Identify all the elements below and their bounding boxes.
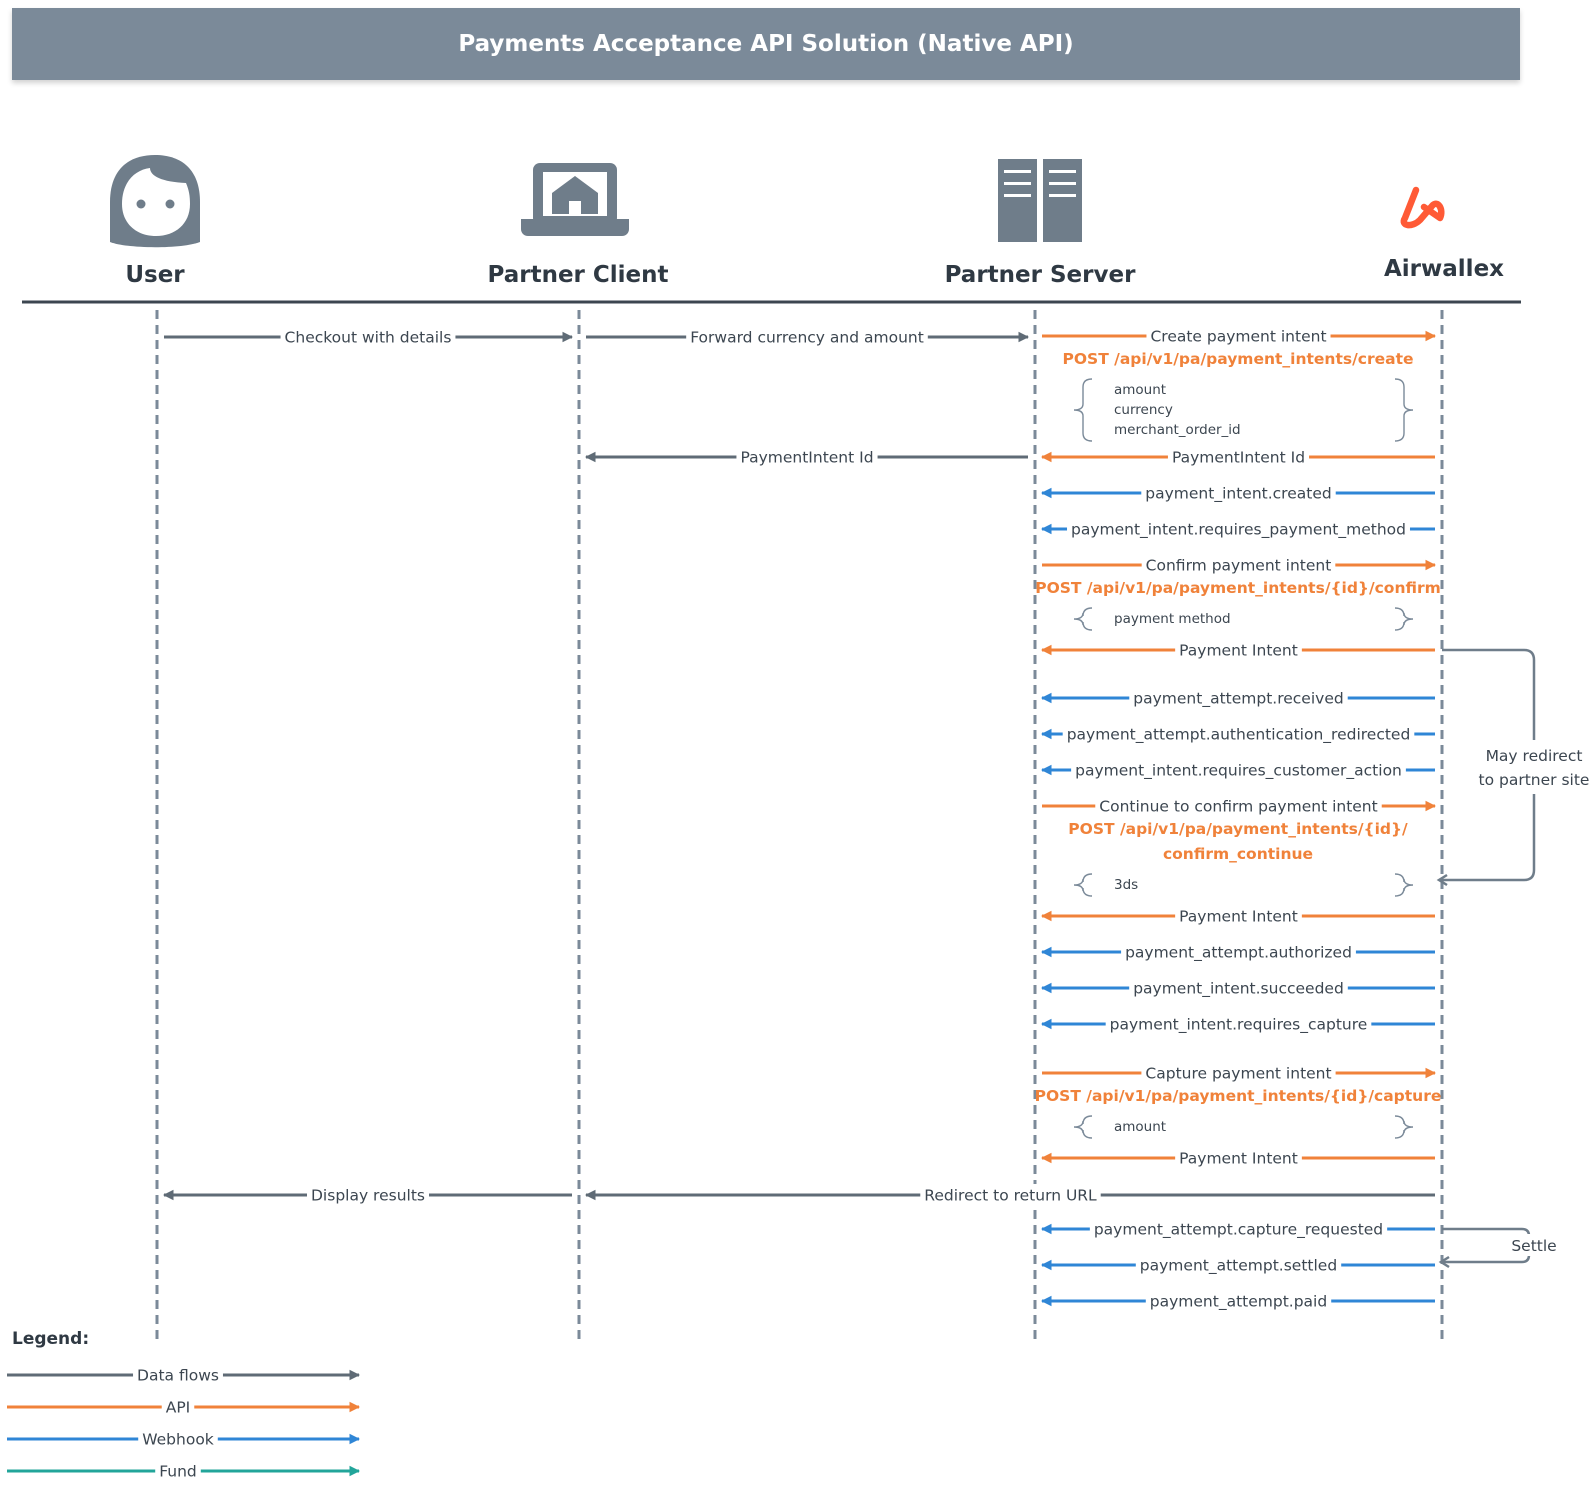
laptop-home-icon [521,163,629,236]
endpoint-3-line1: POST /api/v1/pa/payment_intents/create [1063,350,1414,368]
message-6-webhook: payment_intent.created [1040,482,1435,504]
legend-item-fund-label: Fund [159,1463,197,1481]
legend-item-api: API [7,1396,361,1418]
message-4-api-label: PaymentIntent Id [1172,449,1305,467]
message-20-data: Redirect to return URL [584,1184,1435,1206]
legend-item-webhook-label: Webhook [142,1431,214,1449]
sequence-diagram: User Partner Client Partner Server Airwa… [7,155,1596,1482]
message-7-webhook: payment_intent.requires_payment_method [1040,518,1435,540]
message-24-webhook: payment_attempt.paid [1040,1290,1435,1312]
message-18-api: Capture payment intent [1042,1062,1437,1084]
message-19-api-label: Payment Intent [1179,1150,1298,1168]
legend-item-data: Data flows [7,1364,361,1386]
message-4-api: PaymentIntent Id [1040,446,1435,468]
message-22-webhook-label: payment_attempt.capture_requested [1094,1221,1383,1240]
message-1-data-label: Checkout with details [285,329,452,347]
message-9-api: Payment Intent [1040,639,1435,661]
message-23-webhook-label: payment_attempt.settled [1140,1257,1337,1276]
message-17-webhook-label: payment_intent.requires_capture [1110,1016,1368,1035]
param-13-1: 3ds [1114,877,1138,893]
message-13-api-label: Continue to confirm payment intent [1099,798,1377,816]
message-3-api: Create payment intent [1042,325,1437,347]
param-brace-left-8 [1073,607,1093,631]
param-brace-left-3 [1073,378,1093,442]
actor-label-user: User [125,262,185,288]
message-23-webhook: payment_attempt.settled [1040,1254,1435,1276]
message-3-api-label: Create payment intent [1150,328,1326,346]
param-3-3: merchant_order_id [1114,422,1241,438]
param-brace-right-8 [1394,607,1414,631]
message-7-webhook-label: payment_intent.requires_payment_method [1071,521,1406,540]
param-3-2: currency [1114,402,1173,418]
message-22-webhook: payment_attempt.capture_requested [1040,1218,1435,1240]
param-3-1: amount [1114,382,1166,398]
message-16-webhook-label: payment_intent.succeeded [1133,980,1344,999]
message-24-webhook-label: payment_attempt.paid [1150,1293,1327,1312]
message-12-webhook: payment_intent.requires_customer_action [1040,759,1435,781]
message-1-data: Checkout with details [164,326,574,348]
legend-item-api-label: API [166,1399,191,1417]
message-18-api-label: Capture payment intent [1145,1065,1331,1083]
message-12-webhook-label: payment_intent.requires_customer_action [1075,762,1402,781]
param-18-1: amount [1114,1119,1166,1135]
message-9-api-label: Payment Intent [1179,642,1298,660]
message-21-data-label: Display results [311,1187,425,1205]
param-8-1: payment method [1114,611,1231,627]
message-20-data-label: Redirect to return URL [924,1187,1097,1205]
legend-title: Legend: [12,1329,89,1349]
endpoint-13-line1: POST /api/v1/pa/payment_intents/{id}/ [1068,820,1408,838]
param-brace-right-13 [1394,873,1414,897]
message-17-webhook: payment_intent.requires_capture [1040,1013,1435,1035]
message-19-api: Payment Intent [1040,1147,1435,1169]
redirect-note-line1: May redirect [1486,747,1583,765]
endpoint-18-line1: POST /api/v1/pa/payment_intents/{id}/cap… [1035,1087,1442,1105]
settle-note: Settle [1511,1237,1556,1255]
endpoint-8-line1: POST /api/v1/pa/payment_intents/{id}/con… [1035,579,1441,597]
actor-label-airwallex: Airwallex [1384,256,1504,282]
airwallex-logo-icon [1400,186,1445,229]
param-brace-right-3 [1394,378,1414,442]
message-16-webhook: payment_intent.succeeded [1040,977,1435,999]
message-8-api-label: Confirm payment intent [1146,557,1332,575]
message-8-api: Confirm payment intent [1042,554,1437,576]
legend-item-fund: Fund [7,1460,361,1482]
legend-item-data-label: Data flows [137,1367,219,1385]
message-15-webhook-label: payment_attempt.authorized [1125,944,1352,963]
actor-label-partner-server: Partner Server [945,262,1137,288]
message-5-data-label: PaymentIntent Id [740,449,873,467]
message-14-api-label: Payment Intent [1179,908,1298,926]
legend-item-webhook: Webhook [7,1428,361,1450]
param-brace-left-18 [1073,1115,1093,1139]
message-15-webhook: payment_attempt.authorized [1040,941,1435,963]
message-10-webhook: payment_attempt.received [1040,687,1435,709]
message-10-webhook-label: payment_attempt.received [1133,690,1343,709]
message-2-data-label: Forward currency and amount [690,329,924,347]
user-face-icon [110,155,200,248]
redirect-note-line2: to partner site [1479,771,1590,789]
server-rack-icon [998,159,1082,242]
param-brace-left-13 [1073,873,1093,897]
message-21-data: Display results [162,1184,572,1206]
message-2-data: Forward currency and amount [586,326,1030,348]
actor-label-partner-client: Partner Client [487,262,668,288]
param-brace-right-18 [1394,1115,1414,1139]
message-11-webhook: payment_attempt.authentication_redirecte… [1040,723,1435,745]
message-13-api: Continue to confirm payment intent [1042,795,1437,817]
message-6-webhook-label: payment_intent.created [1145,485,1331,504]
endpoint-13-line2: confirm_continue [1163,845,1313,863]
message-11-webhook-label: payment_attempt.authentication_redirecte… [1067,726,1411,745]
message-14-api: Payment Intent [1040,905,1435,927]
message-5-data: PaymentIntent Id [584,446,1028,468]
